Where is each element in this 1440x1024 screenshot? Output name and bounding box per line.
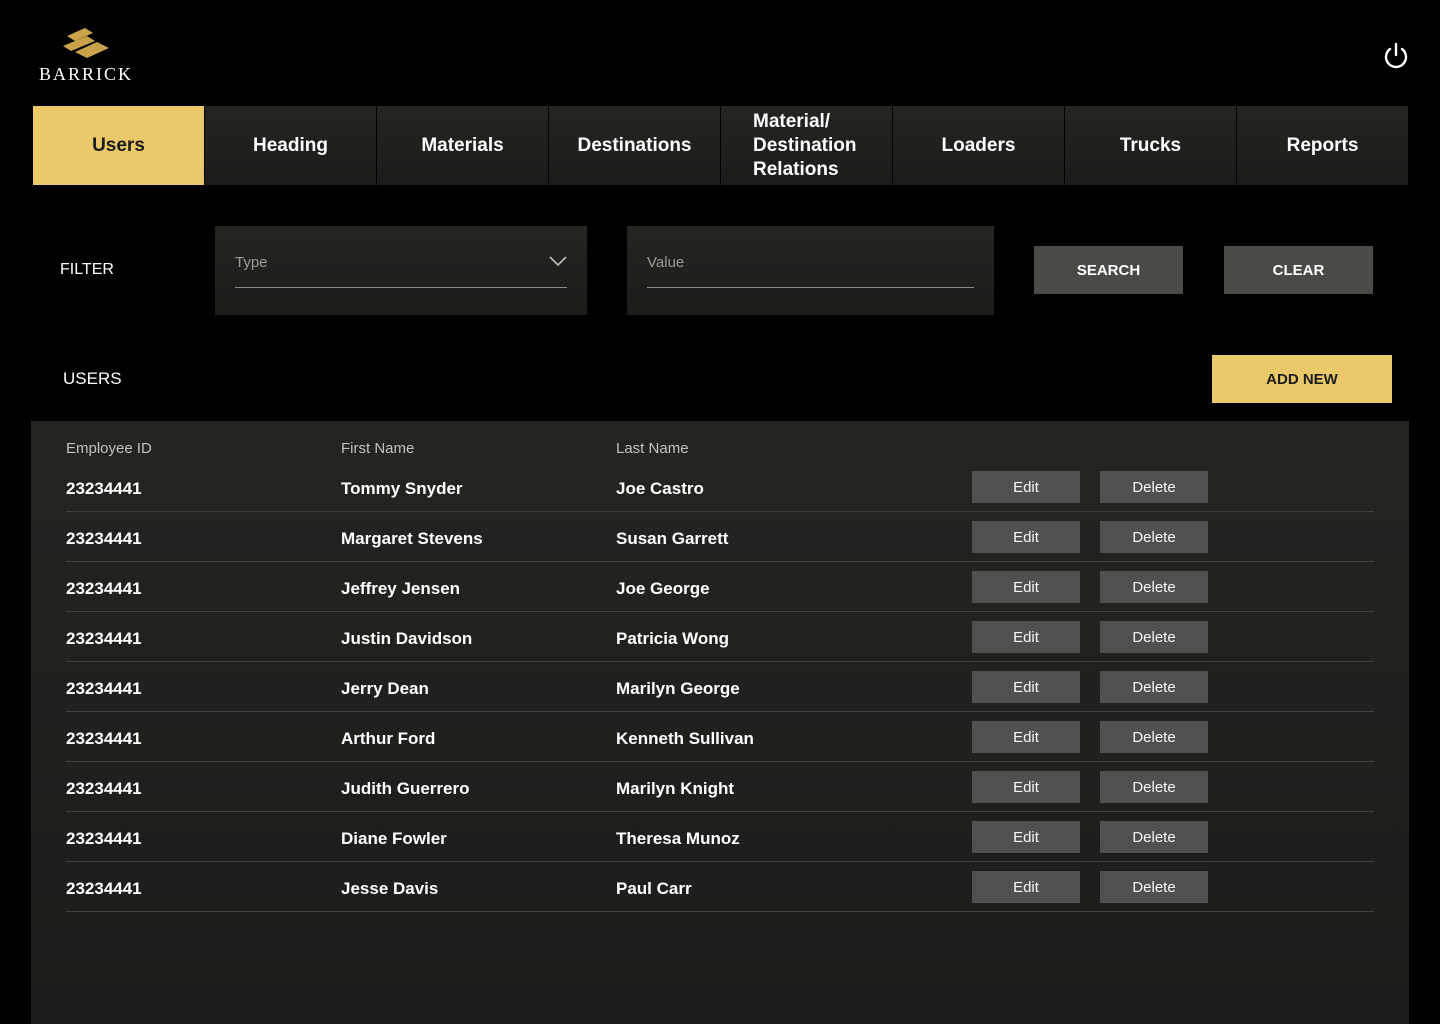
delete-button[interactable]: Delete <box>1100 521 1208 553</box>
table-row: 23234441 Judith Guerrero Marilyn Knight Edi… <box>66 762 1374 812</box>
add-new-button[interactable]: ADD NEW <box>1212 355 1392 403</box>
first-name-cell: Diane Fowler <box>341 829 447 848</box>
delete-button[interactable]: Delete <box>1100 771 1208 803</box>
edit-button[interactable]: Edit <box>972 821 1080 853</box>
column-employee-id: Employee ID <box>66 440 152 457</box>
last-name-cell: Theresa Munoz <box>616 829 740 848</box>
employee-id-cell: 23234441 <box>66 829 142 848</box>
edit-button[interactable]: Edit <box>972 721 1080 753</box>
table-header: Employee ID First Name Last Name <box>66 440 1374 458</box>
logo-text: BARRICK <box>39 64 134 84</box>
tab-destinations[interactable]: Destinations <box>549 106 720 185</box>
delete-button[interactable]: Delete <box>1100 821 1208 853</box>
tab-loaders[interactable]: Loaders <box>893 106 1064 185</box>
last-name-cell: Joe Castro <box>616 479 704 498</box>
type-underline <box>235 287 567 288</box>
last-name-cell: Susan Garrett <box>616 529 729 548</box>
tab-label: Trucks <box>1119 134 1182 156</box>
column-last-name: Last Name <box>616 440 689 457</box>
table-row: 23234441 Jesse Davis Paul Carr Edit Delete <box>66 862 1374 912</box>
value-placeholder: Value <box>647 254 685 271</box>
first-name-cell: Tommy Snyder <box>341 479 463 498</box>
last-name-cell: Marilyn George <box>616 679 740 698</box>
table-row: 23234441 Justin Davidson Patricia Wong Edit… <box>66 612 1374 662</box>
main-nav: Users Heading Materials Destinations Mat… <box>33 106 1408 185</box>
delete-button[interactable]: Delete <box>1100 621 1208 653</box>
delete-button[interactable]: Delete <box>1100 671 1208 703</box>
tab-label: Reports <box>1286 134 1359 156</box>
edit-button[interactable]: Edit <box>972 571 1080 603</box>
search-button[interactable]: SEARCH <box>1034 246 1183 294</box>
first-name-cell: Judith Guerrero <box>341 779 470 798</box>
table-row: 23234441 Tommy Snyder Joe Castro Edit Delete <box>66 462 1374 512</box>
tab-users[interactable]: Users <box>33 106 204 185</box>
users-table: Employee ID First Name Last Name 2323444… <box>31 421 1409 1024</box>
employee-id-cell: 23234441 <box>66 529 142 548</box>
tab-label: Destinations <box>577 134 692 156</box>
power-icon <box>1384 42 1408 69</box>
type-select[interactable]: Type <box>215 226 587 315</box>
edit-button[interactable]: Edit <box>972 521 1080 553</box>
delete-button[interactable]: Delete <box>1100 471 1208 503</box>
first-name-cell: Arthur Ford <box>341 729 436 748</box>
last-name-cell: Patricia Wong <box>616 629 730 648</box>
filter-label: FILTER <box>60 261 114 278</box>
edit-button[interactable]: Edit <box>972 671 1080 703</box>
edit-button[interactable]: Edit <box>972 771 1080 803</box>
table-body: 23234441 Tommy Snyder Joe Castro Edit Delete… <box>66 462 1374 912</box>
first-name-cell: Jeffrey Jensen <box>341 579 461 598</box>
last-name-cell: Marilyn Knight <box>616 779 735 798</box>
tab-label: Heading <box>253 134 328 156</box>
tab-heading[interactable]: Heading <box>205 106 376 185</box>
employee-id-cell: 23234441 <box>66 679 142 698</box>
last-name-cell: Kenneth Sullivan <box>616 729 754 748</box>
tab-label: Users <box>92 134 145 156</box>
employee-id-cell: 23234441 <box>66 629 142 648</box>
delete-button[interactable]: Delete <box>1100 871 1208 903</box>
tab-label: Loaders <box>941 134 1016 156</box>
employee-id-cell: 23234441 <box>66 579 142 598</box>
first-name-cell: Jesse Davis <box>341 879 439 898</box>
edit-button[interactable]: Edit <box>972 621 1080 653</box>
tab-label: Materials <box>421 134 504 156</box>
power-button[interactable] <box>1382 42 1410 70</box>
first-name-cell: Justin Davidson <box>341 629 473 648</box>
employee-id-cell: 23234441 <box>66 779 142 798</box>
first-name-cell: Jerry Dean <box>341 679 429 698</box>
tab-material-destination-relations[interactable]: Material/ Destination Relations <box>721 106 892 185</box>
value-underline <box>647 287 974 288</box>
type-placeholder: Type <box>235 254 268 271</box>
employee-id-cell: 23234441 <box>66 879 142 898</box>
brand-logo: BARRICK <box>33 24 143 84</box>
table-row: 23234441 Jerry Dean Marilyn George Edit Dele… <box>66 662 1374 712</box>
last-name-cell: Paul Carr <box>616 879 692 898</box>
table-row: 23234441 Diane Fowler Theresa Munoz Edit Del… <box>66 812 1374 862</box>
tab-materials[interactable]: Materials <box>377 106 548 185</box>
barrick-logo-icon <box>63 28 109 58</box>
employee-id-cell: 23234441 <box>66 479 142 498</box>
tab-trucks[interactable]: Trucks <box>1065 106 1236 185</box>
delete-button[interactable]: Delete <box>1100 571 1208 603</box>
chevron-down-icon <box>549 256 567 266</box>
tab-reports[interactable]: Reports <box>1237 106 1408 185</box>
value-input[interactable]: Value <box>627 226 994 315</box>
table-row: 23234441 Arthur Ford Kenneth Sullivan Edit D… <box>66 712 1374 762</box>
delete-button[interactable]: Delete <box>1100 721 1208 753</box>
edit-button[interactable]: Edit <box>972 871 1080 903</box>
clear-button[interactable]: CLEAR <box>1224 246 1373 294</box>
edit-button[interactable]: Edit <box>972 471 1080 503</box>
tab-label: Material/ Destination Relations <box>753 110 857 180</box>
first-name-cell: Margaret Stevens <box>341 529 483 548</box>
users-section-title: USERS <box>63 369 122 388</box>
employee-id-cell: 23234441 <box>66 729 142 748</box>
column-first-name: First Name <box>341 440 415 457</box>
last-name-cell: Joe George <box>616 579 710 598</box>
table-row: 23234441 Jeffrey Jensen Joe George Edit Dele… <box>66 562 1374 612</box>
table-row: 23234441 Margaret Stevens Susan Garrett Edi… <box>66 512 1374 562</box>
